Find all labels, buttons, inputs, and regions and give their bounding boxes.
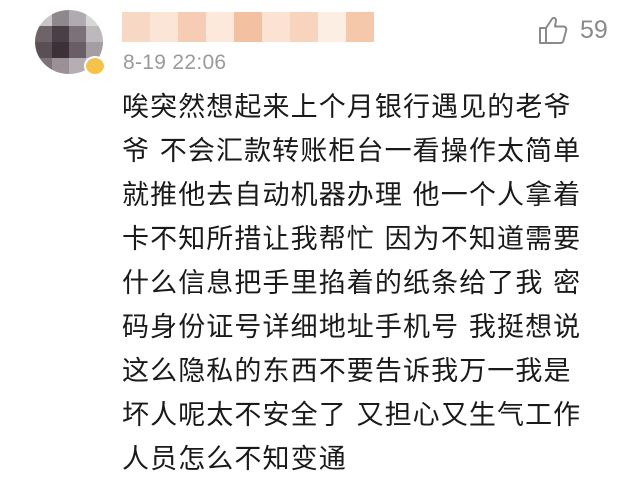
thumbs-up-icon	[539, 16, 568, 44]
like-button[interactable]: 59	[538, 15, 608, 45]
verified-badge-icon	[84, 56, 106, 76]
comment-card: 8-19 22:06 59 唉突然想起来上个月银行遇见的老爷 爷 不会汇款转账柜…	[0, 0, 640, 481]
comment-text: 唉突然想起来上个月银行遇见的老爷 爷 不会汇款转账柜台一看操作太简单 就推他去自…	[122, 92, 582, 475]
comment-timestamp: 8-19 22:06	[123, 51, 227, 74]
like-count: 59	[580, 15, 608, 44]
username-pixelated[interactable]	[122, 12, 374, 42]
